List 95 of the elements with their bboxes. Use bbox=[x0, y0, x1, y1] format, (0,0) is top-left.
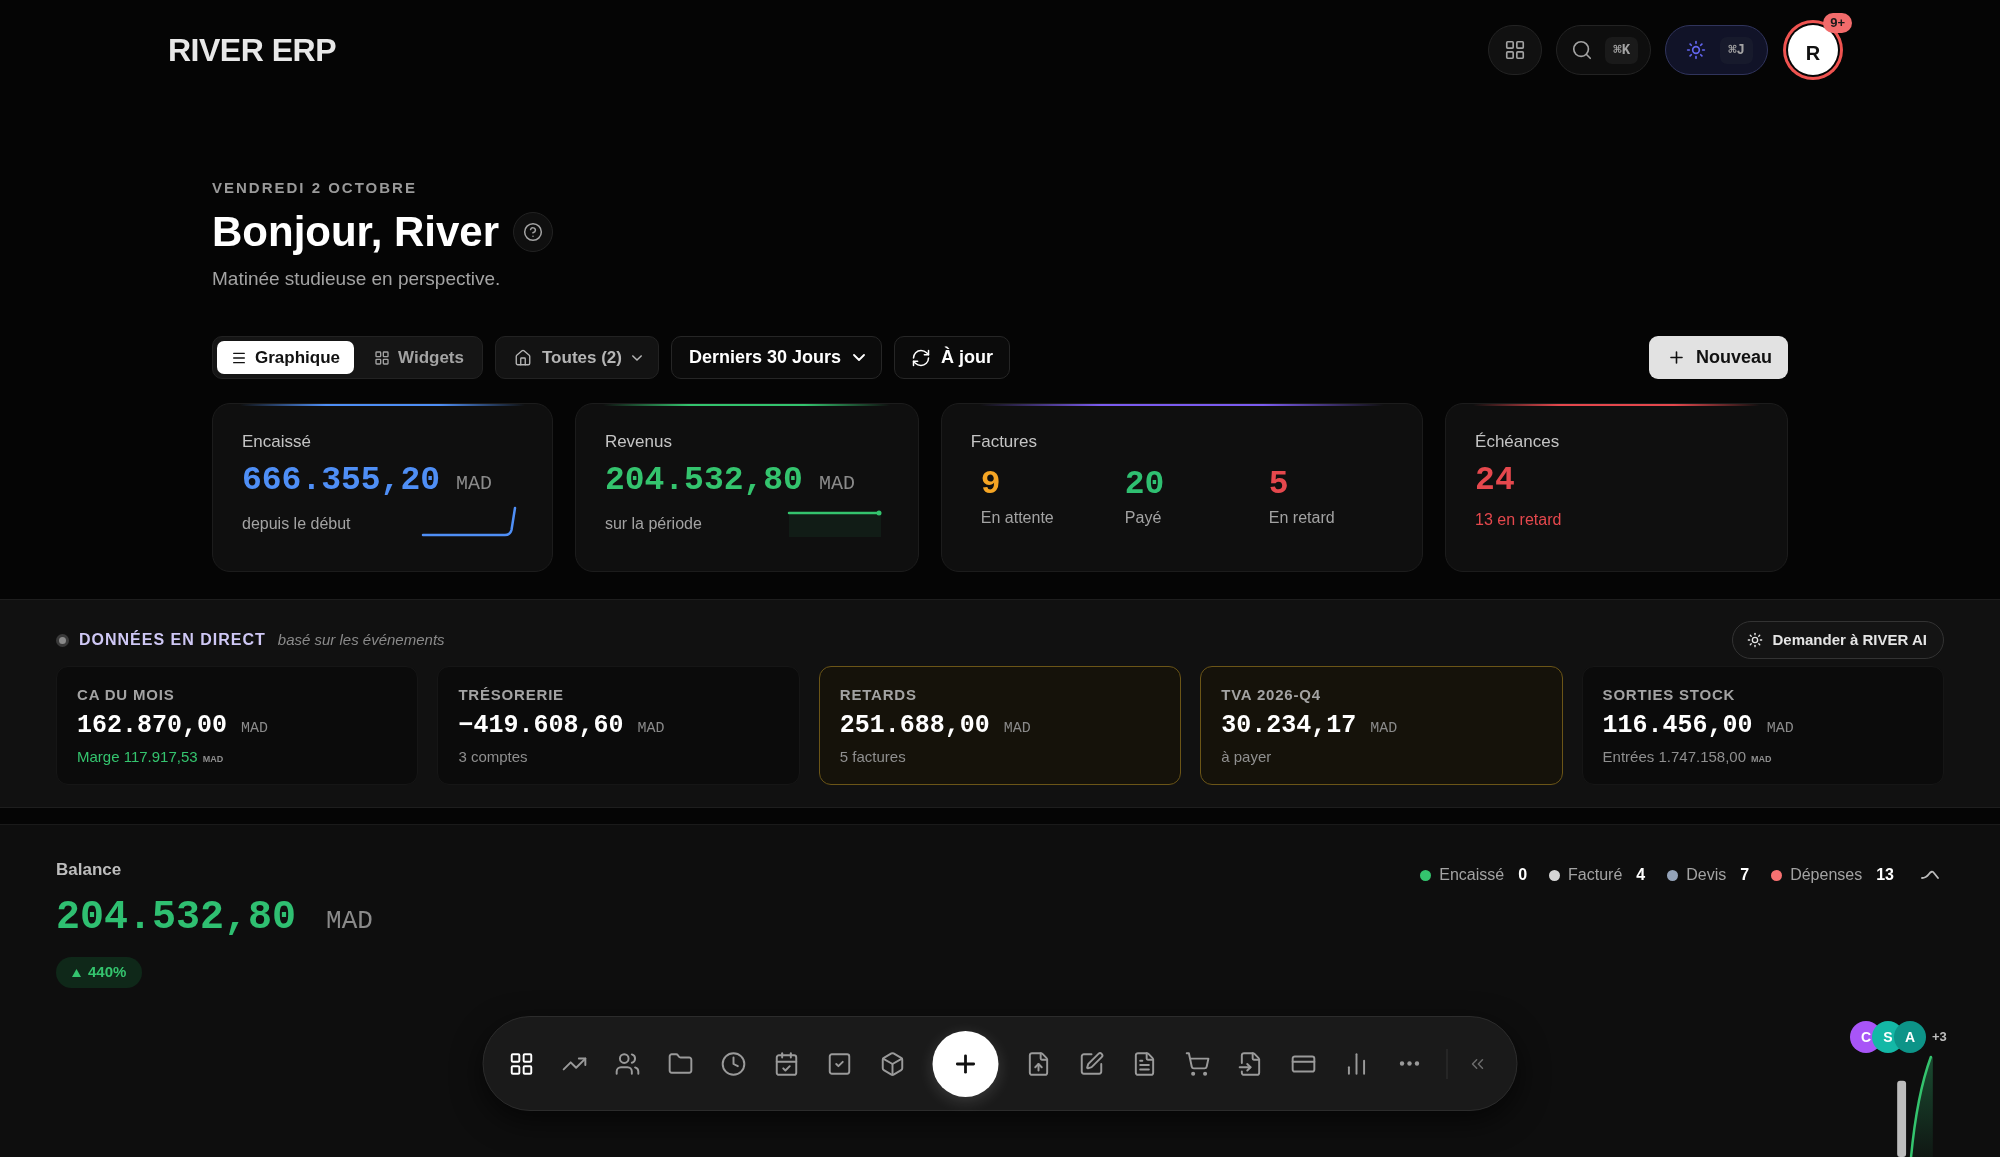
subtitle: Matinée studieuse en perspective. bbox=[212, 267, 502, 291]
grid-icon bbox=[508, 1050, 535, 1077]
card-title: Revenus bbox=[604, 431, 673, 453]
balance-title: Balance bbox=[56, 859, 123, 881]
metric-note: à payer bbox=[1221, 747, 1272, 767]
search-button[interactable]: ⌘K bbox=[1556, 25, 1652, 75]
count-label: En attente bbox=[980, 508, 1055, 528]
currency-label: MAD bbox=[1003, 719, 1031, 739]
logo: RIVER ERP bbox=[168, 31, 336, 70]
section-title: DONNÉES EN DIRECT bbox=[79, 629, 266, 650]
notification-badge: 9+ bbox=[1823, 13, 1852, 33]
legend-count: 4 bbox=[1636, 865, 1646, 885]
period-dropdown[interactable]: Derniers 30 Jours bbox=[670, 336, 883, 379]
metric-label: TVA 2026-Q4 bbox=[1221, 685, 1322, 705]
folder-icon bbox=[667, 1050, 694, 1077]
currency-label: MAD bbox=[637, 719, 665, 739]
more-icon bbox=[1399, 1061, 1420, 1066]
card-caption: sur la période bbox=[604, 514, 702, 534]
ask-ai-button[interactable]: Demander à RIVER AI bbox=[1731, 621, 1944, 659]
currency-label: MAD bbox=[241, 719, 269, 739]
currency-label: MAD bbox=[456, 471, 493, 497]
legend-label: Encaissé bbox=[1439, 865, 1505, 885]
count-label: Payé bbox=[1124, 508, 1163, 528]
refresh-icon bbox=[911, 347, 932, 368]
scope-dropdown[interactable]: Toutes (2) bbox=[495, 336, 659, 379]
amount-value: 204.532,80 bbox=[604, 461, 803, 501]
cube-icon bbox=[879, 1050, 906, 1077]
help-button[interactable] bbox=[513, 212, 554, 252]
legend-count: 13 bbox=[1876, 865, 1894, 885]
metric-note: Marge 117.917,53 bbox=[77, 747, 198, 767]
metric-note: Entrées 1.747.158,00 bbox=[1602, 747, 1747, 767]
chevron-down-icon bbox=[631, 354, 642, 361]
triangle-up-icon bbox=[72, 968, 81, 977]
legend-count: 0 bbox=[1518, 865, 1528, 885]
count-value: 5 bbox=[1268, 465, 1290, 505]
currency-label: MAD bbox=[202, 753, 224, 766]
users-icon bbox=[614, 1050, 641, 1077]
metric-value: 30.234,17 bbox=[1221, 710, 1357, 742]
metric-value: 251.688,00 bbox=[839, 710, 990, 742]
card-title: Encaissé bbox=[242, 431, 312, 453]
metric-value: −419.608,60 bbox=[458, 710, 624, 742]
checkbox-icon bbox=[826, 1050, 853, 1077]
sun-icon bbox=[1686, 40, 1707, 60]
legend-label: Facturé bbox=[1568, 865, 1623, 885]
shortcut-key: ⌘J bbox=[1720, 36, 1753, 64]
metric-label: SORTIES STOCK bbox=[1602, 685, 1737, 705]
metric-value: 162.870,00 bbox=[77, 710, 228, 742]
view-tab[interactable]: Widgets bbox=[360, 341, 478, 374]
calendar-check-icon bbox=[773, 1050, 800, 1077]
legend-count: 7 bbox=[1740, 865, 1750, 885]
house-icon bbox=[514, 348, 532, 367]
metric-note: 3 comptes bbox=[458, 747, 528, 767]
sun-icon bbox=[1746, 632, 1763, 648]
sync-button[interactable]: À jour bbox=[894, 336, 1011, 379]
currency-label: MAD bbox=[818, 471, 855, 497]
count-value: 20 bbox=[1124, 465, 1166, 505]
currency-label: MAD bbox=[1766, 719, 1794, 739]
new-button[interactable]: Nouveau bbox=[1648, 336, 1788, 379]
metric-label: CA DU MOIS bbox=[77, 685, 176, 705]
section-subtitle: basé sur les événements bbox=[277, 629, 445, 650]
count-value: 9 bbox=[980, 465, 1002, 505]
metric-note: 5 factures bbox=[839, 747, 906, 767]
metric-label: RETARDS bbox=[839, 685, 918, 705]
currency-label: MAD bbox=[1751, 753, 1772, 766]
clock-icon bbox=[720, 1050, 747, 1077]
grid-icon bbox=[1504, 39, 1527, 61]
ai-assistant-button[interactable]: ⌘J bbox=[1665, 25, 1768, 75]
currency-label: MAD bbox=[1370, 719, 1398, 739]
amount-value: 666.355,20 bbox=[242, 461, 441, 501]
date-label: VENDREDI 2 OCTOBRE bbox=[212, 178, 418, 198]
currency-label: MAD bbox=[326, 905, 373, 938]
greeting: Bonjour, River bbox=[212, 207, 500, 257]
change-value: 440% bbox=[88, 962, 127, 983]
search-icon bbox=[1571, 39, 1594, 61]
cart-icon bbox=[1184, 1050, 1211, 1077]
chevron-down-icon bbox=[853, 354, 866, 361]
help-icon bbox=[523, 222, 544, 242]
grid-icon bbox=[374, 349, 390, 366]
card-caption: depuis le début bbox=[242, 514, 351, 534]
count-label: En retard bbox=[1268, 508, 1336, 528]
balance-value: 204.532,80 bbox=[56, 894, 297, 942]
metric-value: 116.456,00 bbox=[1602, 710, 1753, 742]
shortcut-key: ⌘K bbox=[1605, 36, 1639, 64]
legend-label: Devis bbox=[1686, 865, 1727, 885]
metric-label: TRÉSORERIE bbox=[458, 685, 565, 705]
view-tab[interactable]: Graphique bbox=[217, 341, 354, 374]
card-title: Factures bbox=[970, 431, 1038, 453]
apps-button[interactable] bbox=[1488, 25, 1543, 75]
total-value: 24 bbox=[1475, 461, 1516, 501]
wave-icon bbox=[1921, 870, 1939, 880]
edit-icon bbox=[1078, 1050, 1105, 1077]
card-title: Échéances bbox=[1475, 431, 1561, 453]
legend-label: Dépenses bbox=[1790, 865, 1863, 885]
card-caption: 13 en retard bbox=[1475, 510, 1563, 530]
more-users-count: +3 bbox=[1932, 1028, 1947, 1047]
